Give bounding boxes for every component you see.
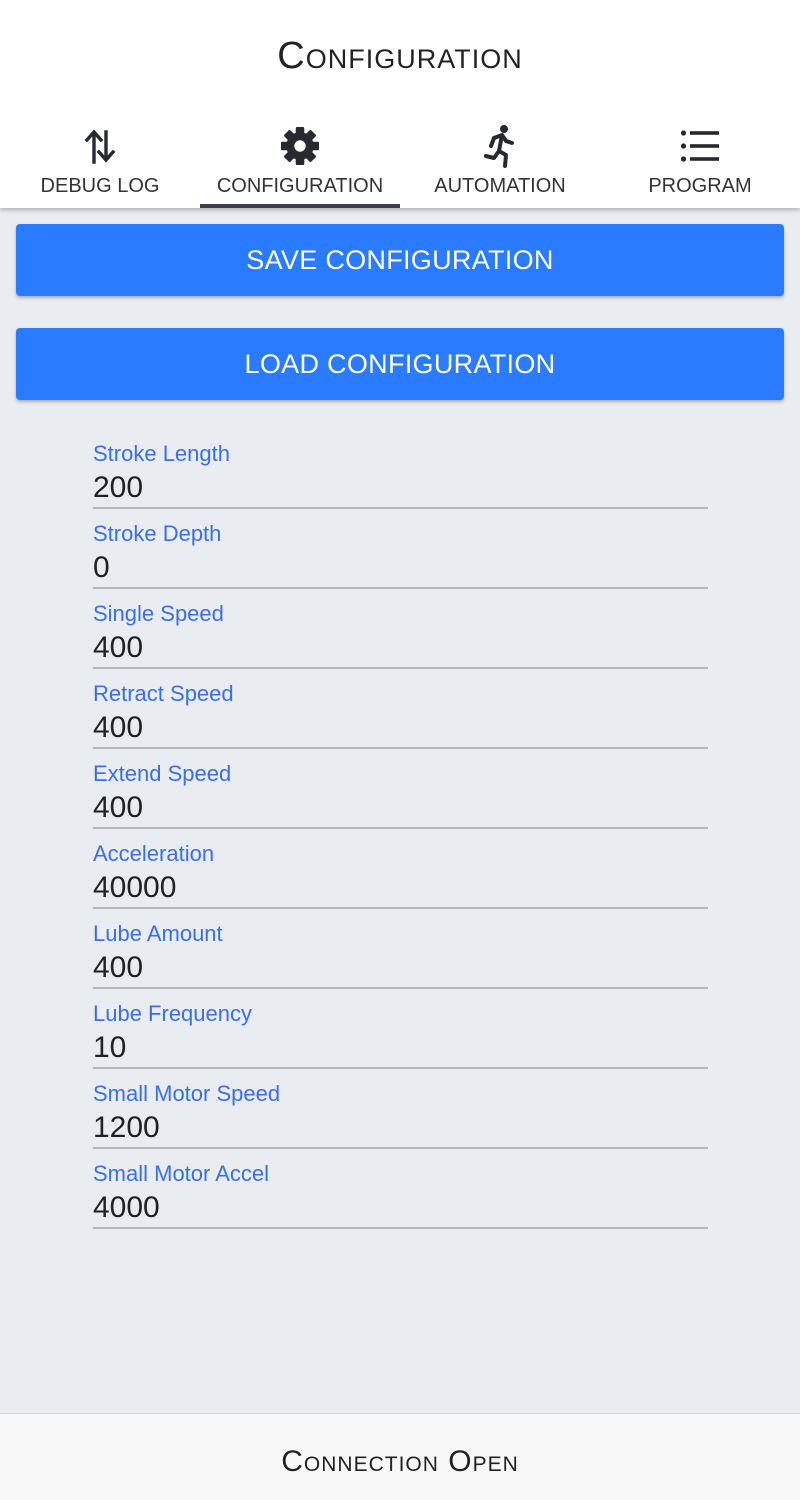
field-extend-speed: Extend Speed xyxy=(93,756,708,836)
field-stroke-length: Stroke Length xyxy=(93,436,708,516)
list-icon xyxy=(680,124,720,168)
field-small-motor-speed: Small Motor Speed xyxy=(93,1076,708,1156)
field-label: Extend Speed xyxy=(93,761,232,786)
field-label: Lube Frequency xyxy=(93,1001,252,1026)
tab-configuration[interactable]: CONFIGURATION xyxy=(200,118,400,208)
tab-bar: DEBUG LOG CONFIGURATION AUTOMATION PROGR… xyxy=(0,118,800,208)
field-label: Stroke Length xyxy=(93,441,230,466)
small-motor-accel-input[interactable] xyxy=(93,1189,708,1229)
stroke-depth-input[interactable] xyxy=(93,549,708,589)
field-label: Single Speed xyxy=(93,601,224,626)
field-label: Lube Amount xyxy=(93,921,223,946)
field-small-motor-accel: Small Motor Accel xyxy=(93,1156,708,1236)
extend-speed-input[interactable] xyxy=(93,789,708,829)
field-lube-frequency: Lube Frequency xyxy=(93,996,708,1076)
status-bar: Connection Open xyxy=(0,1413,800,1500)
gear-icon xyxy=(280,124,320,168)
field-label: Small Motor Accel xyxy=(93,1161,270,1186)
tab-automation[interactable]: AUTOMATION xyxy=(400,118,600,208)
lube-frequency-input[interactable] xyxy=(93,1029,708,1069)
retract-speed-input[interactable] xyxy=(93,709,708,749)
stroke-length-input[interactable] xyxy=(93,469,708,509)
save-configuration-button[interactable]: SAVE CONFIGURATION xyxy=(16,224,784,296)
small-motor-speed-input[interactable] xyxy=(93,1109,708,1149)
field-label: Acceleration xyxy=(93,841,215,866)
field-label: Retract Speed xyxy=(93,681,234,706)
tab-label: PROGRAM xyxy=(648,175,752,197)
app-header: Configuration DEBUG LOG CONFIGURATION AU… xyxy=(0,0,800,208)
running-person-icon xyxy=(480,124,520,168)
single-speed-input[interactable] xyxy=(93,629,708,669)
tab-debug-log[interactable]: DEBUG LOG xyxy=(0,118,200,208)
load-configuration-button[interactable]: LOAD CONFIGURATION xyxy=(16,328,784,400)
field-stroke-depth: Stroke Depth xyxy=(93,516,708,596)
connection-status: Connection Open xyxy=(281,1445,519,1478)
page-title: Configuration xyxy=(277,35,523,77)
field-lube-amount: Lube Amount xyxy=(93,916,708,996)
configuration-form: Stroke Length Stroke Depth Single Speed … xyxy=(93,436,708,1236)
field-single-speed: Single Speed xyxy=(93,596,708,676)
tab-program[interactable]: PROGRAM xyxy=(600,118,800,208)
active-tab-indicator xyxy=(200,204,400,208)
acceleration-input[interactable] xyxy=(93,869,708,909)
field-label: Small Motor Speed xyxy=(93,1081,281,1106)
tab-label: CONFIGURATION xyxy=(216,175,384,197)
swap-vertical-icon xyxy=(80,124,120,168)
field-acceleration: Acceleration xyxy=(93,836,708,916)
field-retract-speed: Retract Speed xyxy=(93,676,708,756)
tab-label: AUTOMATION xyxy=(434,175,566,197)
tab-label: DEBUG LOG xyxy=(40,175,160,197)
field-label: Stroke Depth xyxy=(93,521,222,546)
lube-amount-input[interactable] xyxy=(93,949,708,989)
